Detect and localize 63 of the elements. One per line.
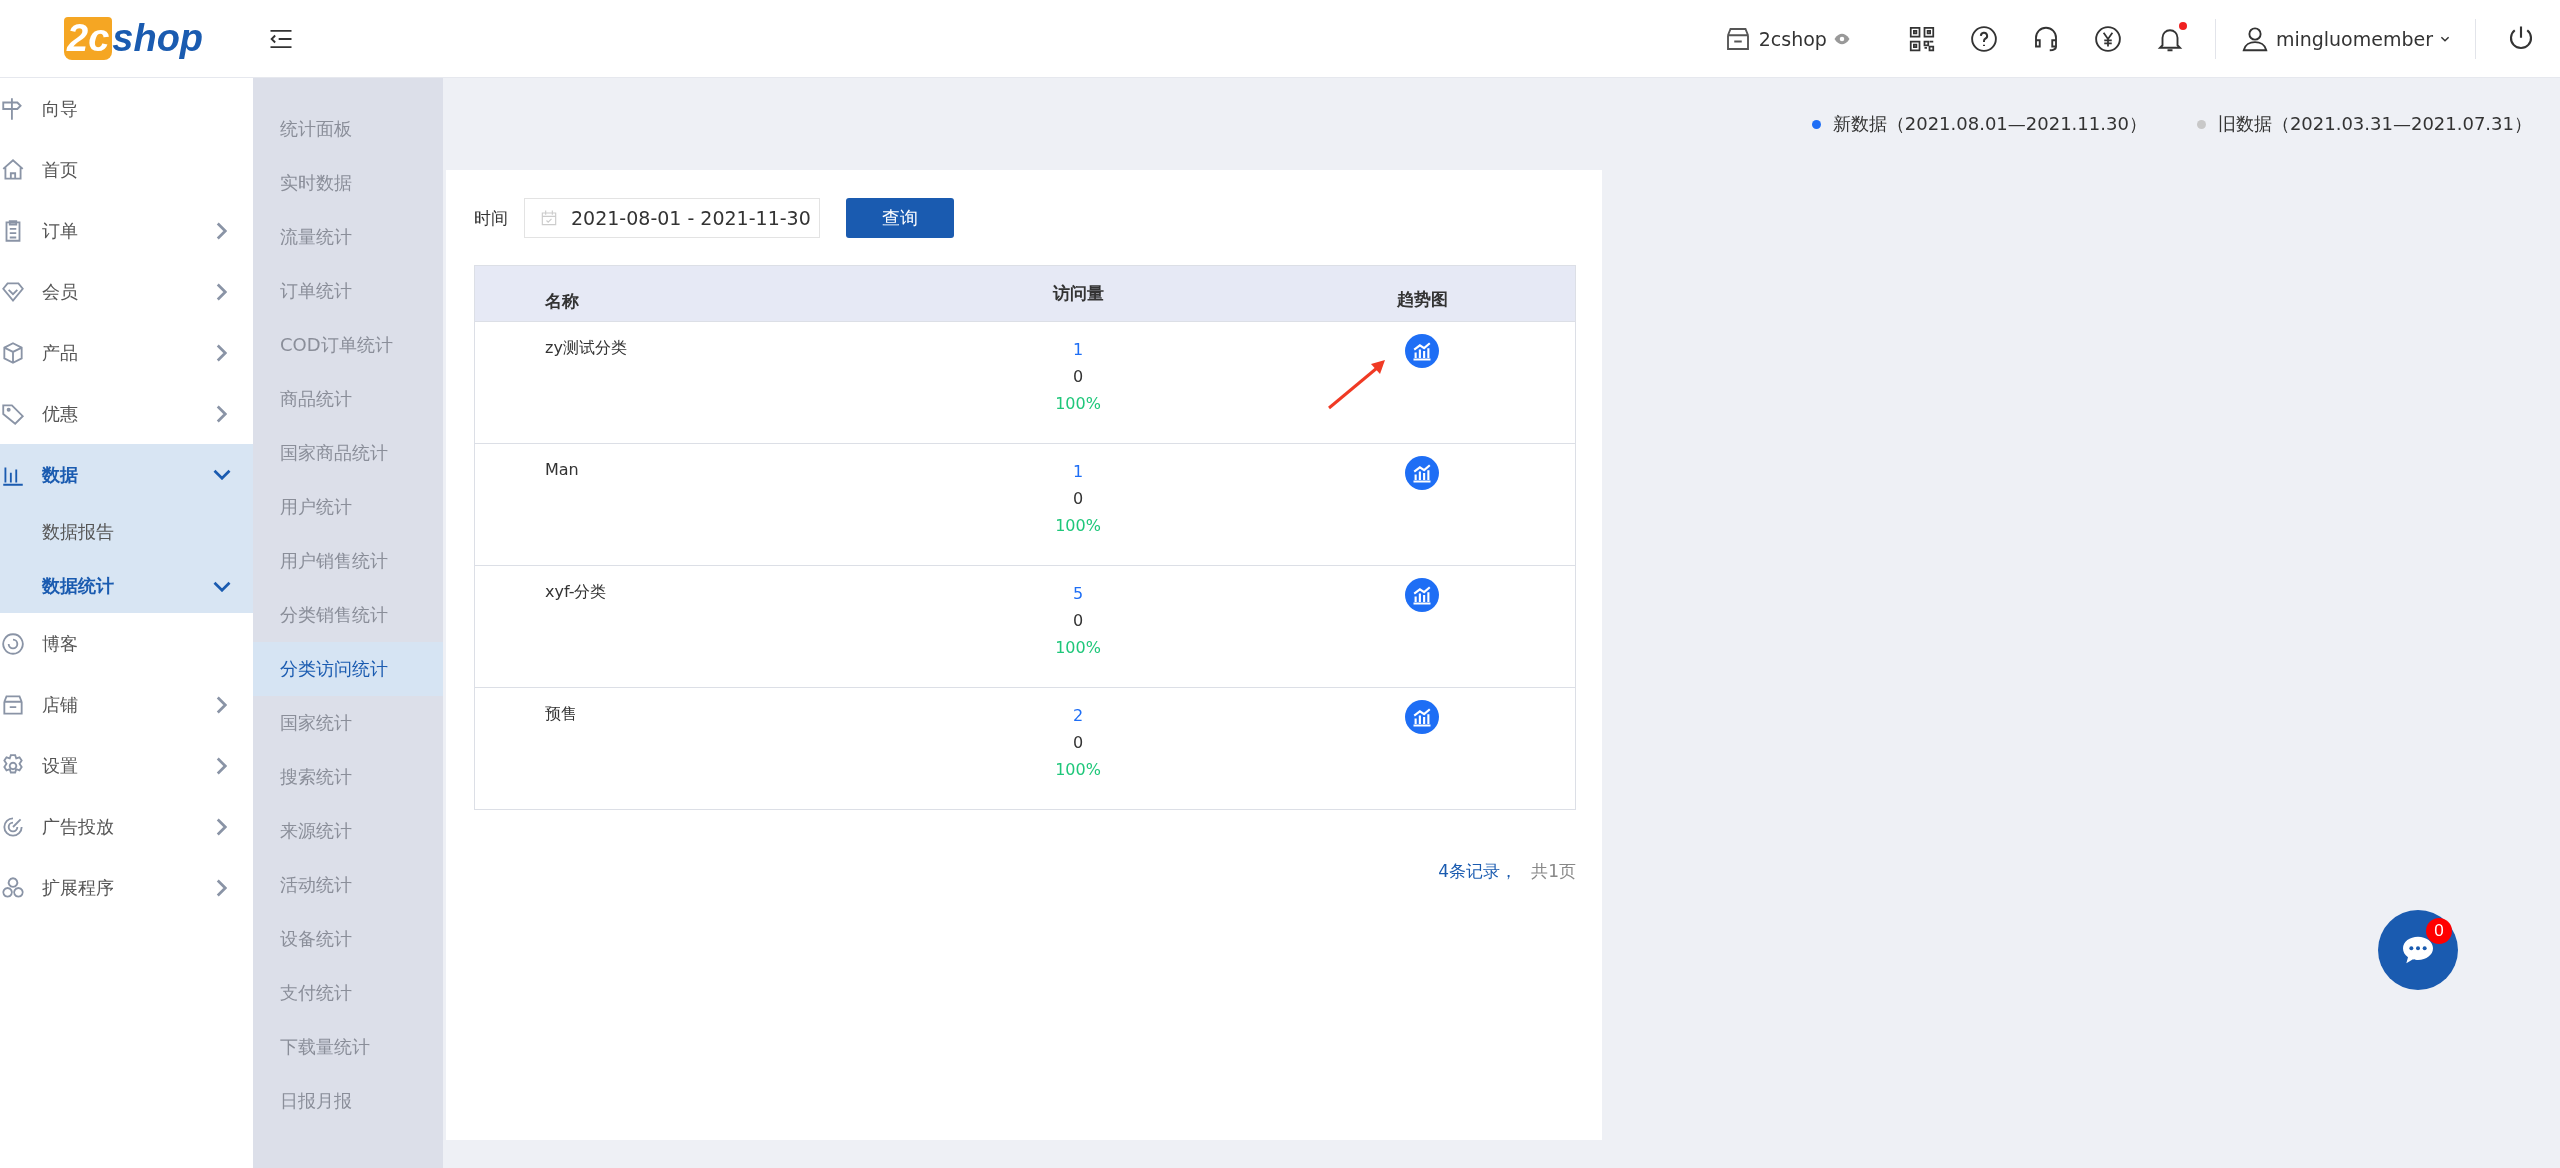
visit-count: 5 xyxy=(1072,583,1084,605)
change-percent: 100% xyxy=(1055,759,1101,781)
previous-count: 0 xyxy=(1072,610,1084,632)
logo-name: shop xyxy=(112,17,204,60)
sidebar-subitem[interactable]: 数据报告 xyxy=(0,505,253,559)
category-name: zy测试分类 xyxy=(545,338,627,357)
sidebar-item[interactable]: 首页 xyxy=(0,139,253,200)
category-name: Man xyxy=(545,460,579,479)
sidebar-item[interactable]: 设置 xyxy=(0,735,253,796)
store-name: 2cshop xyxy=(1758,27,1827,50)
sidebar-item[interactable]: 向导 xyxy=(0,78,253,139)
annotation-arrow xyxy=(1327,358,1387,410)
change-percent: 100% xyxy=(1055,637,1101,659)
visit-count: 2 xyxy=(1072,705,1084,727)
trend-chart-icon[interactable] xyxy=(1405,578,1439,612)
column-header: 名称 xyxy=(544,290,580,313)
query-button[interactable]: 查询 xyxy=(846,198,954,238)
legend-label: 旧数据（2021.03.31—2021.07.31） xyxy=(2217,112,2532,136)
page-count: 共1页 xyxy=(1531,860,1576,883)
chat-button[interactable]: 0 xyxy=(2378,910,2458,990)
logo[interactable]: 2cshop xyxy=(64,17,204,60)
box-icon xyxy=(0,339,26,366)
category-name: xyf-分类 xyxy=(545,582,607,601)
sidebar-item[interactable]: 店铺 xyxy=(0,674,253,735)
date-range-field[interactable]: 2021-08-01 - 2021-11-30 xyxy=(524,198,820,238)
sidebar-item[interactable]: 会员 xyxy=(0,261,253,322)
sidebar-item[interactable]: 博客 xyxy=(0,613,253,674)
sidebar-subitem[interactable]: 数据统计 xyxy=(0,559,253,613)
date-range-value: 2021-08-01 - 2021-11-30 xyxy=(571,207,811,229)
user-name: mingluomember xyxy=(2275,27,2433,50)
previous-count: 0 xyxy=(1072,732,1084,754)
category-name: 预售 xyxy=(545,704,577,723)
change-percent: 100% xyxy=(1055,393,1101,415)
store-link[interactable]: 2cshop xyxy=(1722,23,1851,54)
visit-count: 1 xyxy=(1072,461,1084,483)
yen-icon[interactable] xyxy=(2092,23,2123,54)
column-header: 访问量 xyxy=(1051,282,1105,305)
column-header: 趋势图 xyxy=(1395,288,1449,311)
legend-label: 新数据（2021.08.01—2021.11.30） xyxy=(1832,112,2147,136)
sidebar-item[interactable]: 优惠 xyxy=(0,383,253,444)
change-percent: 100% xyxy=(1055,515,1101,537)
trend-chart-icon[interactable] xyxy=(1405,456,1439,490)
logo-mark: 2c xyxy=(64,17,113,60)
help-icon[interactable] xyxy=(1968,23,1999,54)
visit-count: 1 xyxy=(1072,339,1084,361)
filter-label: 时间 xyxy=(474,206,508,230)
trend-chart-icon[interactable] xyxy=(1405,334,1439,368)
home-icon xyxy=(0,156,26,183)
sidebar-item[interactable]: 订单 xyxy=(0,200,253,261)
sidebar-item[interactable]: 扩展程序 xyxy=(0,857,253,918)
spiral-icon xyxy=(0,630,26,657)
record-count: 4条记录， xyxy=(1438,860,1518,883)
previous-count: 0 xyxy=(1072,488,1084,510)
unread-badge: 0 xyxy=(2426,918,2452,944)
trend-chart-icon[interactable] xyxy=(1405,700,1439,734)
user-menu[interactable]: mingluomember xyxy=(2239,23,2451,54)
sidebar-item[interactable]: 数据 xyxy=(0,444,253,505)
calendar-icon xyxy=(539,208,559,228)
sidebar-item[interactable]: 广告投放 xyxy=(0,796,253,857)
sidebar-item[interactable]: 产品 xyxy=(0,322,253,383)
circles-icon xyxy=(0,874,26,901)
subnav-item[interactable]: 分类访问统计 xyxy=(253,642,443,696)
previous-count: 0 xyxy=(1072,366,1084,388)
